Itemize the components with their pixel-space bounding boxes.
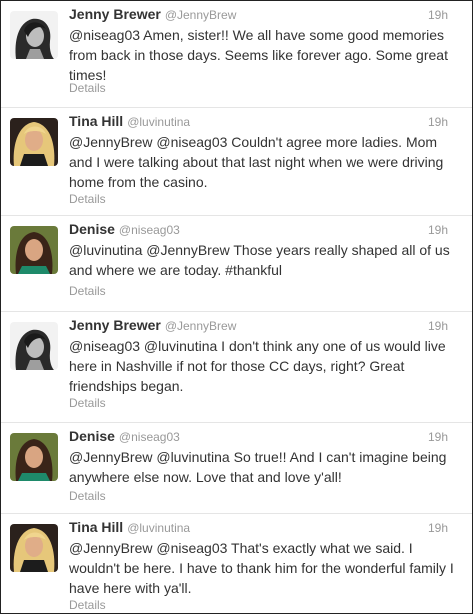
tweet-text: @JennyBrew @niseag03 That's exactly what… bbox=[69, 540, 454, 596]
display-name[interactable]: Denise bbox=[69, 428, 115, 444]
tweet[interactable]: Jenny Brewer @JennyBrew 19h @niseag03 Ame… bbox=[1, 1, 472, 108]
display-name[interactable]: Denise bbox=[69, 221, 115, 237]
username[interactable]: @JennyBrew bbox=[165, 319, 237, 333]
username[interactable]: @luvinutina bbox=[127, 115, 190, 129]
details-link[interactable]: Details bbox=[69, 192, 106, 206]
avatar[interactable] bbox=[10, 11, 58, 59]
tweet[interactable]: Tina Hill @luvinutina 19h @JennyBrew @nis… bbox=[1, 108, 472, 216]
avatar[interactable] bbox=[10, 226, 58, 274]
avatar[interactable] bbox=[10, 322, 58, 370]
display-name[interactable]: Tina Hill bbox=[69, 519, 123, 535]
details-link[interactable]: Details bbox=[69, 396, 106, 410]
username[interactable]: @luvinutina bbox=[127, 521, 190, 535]
username[interactable]: @JennyBrew bbox=[165, 8, 237, 22]
timestamp[interactable]: 19h bbox=[428, 430, 448, 444]
details-link[interactable]: Details bbox=[69, 489, 106, 503]
timestamp[interactable]: 19h bbox=[428, 115, 448, 129]
details-link[interactable]: Details bbox=[69, 81, 106, 95]
tweet-text: @JennyBrew @niseag03 Couldn't agree more… bbox=[69, 134, 444, 190]
display-name[interactable]: Jenny Brewer bbox=[69, 317, 161, 333]
timestamp[interactable]: 19h bbox=[428, 521, 448, 535]
tweet[interactable]: Denise @niseag03 19h @luvinutina @JennyBr… bbox=[1, 216, 472, 312]
tweet-text: @niseag03 @luvinutina I don't think any … bbox=[69, 338, 446, 394]
details-link[interactable]: Details bbox=[69, 284, 106, 298]
tweet[interactable]: Jenny Brewer @JennyBrew 19h @niseag03 @lu… bbox=[1, 312, 472, 423]
details-link[interactable]: Details bbox=[69, 598, 106, 612]
avatar[interactable] bbox=[10, 524, 58, 572]
timestamp[interactable]: 19h bbox=[428, 8, 448, 22]
avatar[interactable] bbox=[10, 433, 58, 481]
tweet-text: @niseag03 Amen, sister!! We all have som… bbox=[69, 27, 448, 83]
username[interactable]: @niseag03 bbox=[119, 223, 180, 237]
display-name[interactable]: Jenny Brewer bbox=[69, 6, 161, 22]
tweet-text: @luvinutina @JennyBrew Those years reall… bbox=[69, 242, 450, 278]
tweet[interactable]: Tina Hill @luvinutina 19h @JennyBrew @nis… bbox=[1, 514, 472, 613]
timestamp[interactable]: 19h bbox=[428, 319, 448, 333]
avatar[interactable] bbox=[10, 118, 58, 166]
tweet-text: @JennyBrew @luvinutina So true!! And I c… bbox=[69, 449, 447, 485]
tweet-timeline: Jenny Brewer @JennyBrew 19h @niseag03 Ame… bbox=[0, 0, 473, 614]
username[interactable]: @niseag03 bbox=[119, 430, 180, 444]
timestamp[interactable]: 19h bbox=[428, 223, 448, 237]
tweet[interactable]: Denise @niseag03 19h @JennyBrew @luvinuti… bbox=[1, 423, 472, 514]
display-name[interactable]: Tina Hill bbox=[69, 113, 123, 129]
